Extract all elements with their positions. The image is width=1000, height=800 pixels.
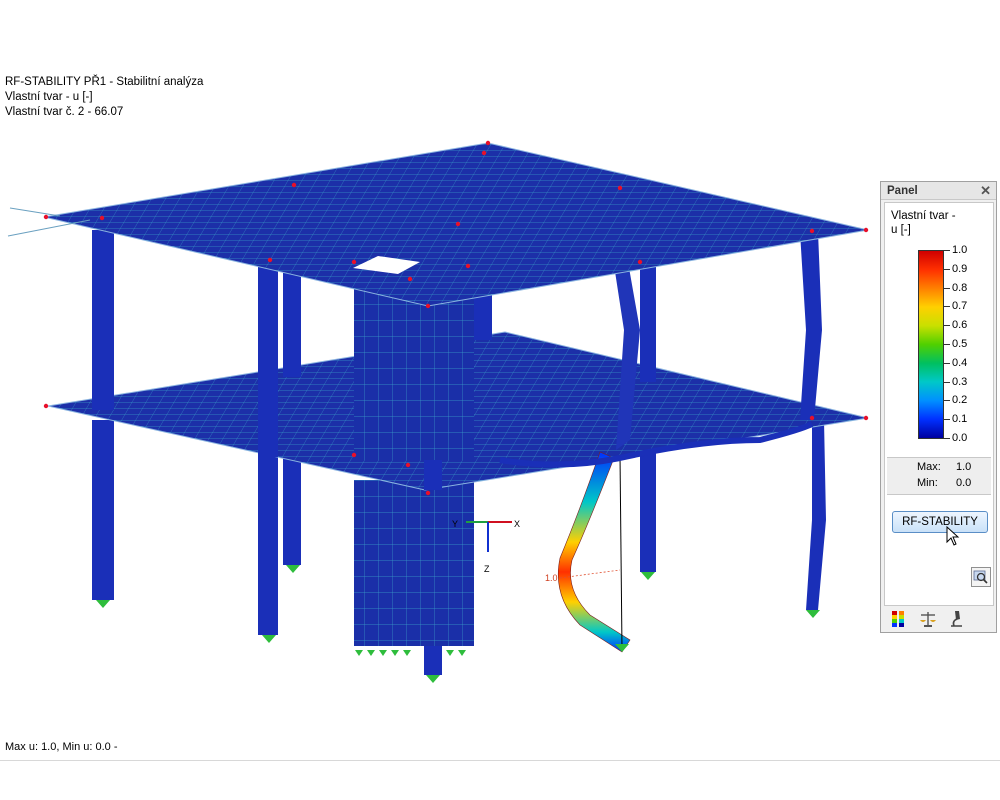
legend-tick-mark <box>944 419 950 421</box>
mouse-cursor-icon <box>946 526 960 546</box>
balance-icon[interactable] <box>918 609 938 629</box>
legend-tick-label: 1.0 <box>952 244 968 256</box>
legend-tick-mark <box>944 362 950 364</box>
legend-tick-mark <box>944 325 950 327</box>
legend-tick-label: 0.9 <box>952 262 968 275</box>
legend-tick-mark <box>944 400 950 402</box>
panel-body: Vlastní tvar - u [-] 1.0 0.9 0.8 0.7 0.6 0.5 0… <box>884 202 994 606</box>
panel-footer-toolbar <box>884 607 994 631</box>
rf-stability-button[interactable]: RF-STABILITY <box>892 511 988 533</box>
legend-tick-mark <box>944 381 950 383</box>
magnifier-icon[interactable] <box>971 567 991 587</box>
legend-tick-label: 0.7 <box>952 300 968 313</box>
max-value: 1.0 <box>956 461 972 473</box>
min-row: Min: 0.0 <box>887 477 991 493</box>
axis-y-label: Y <box>452 519 458 529</box>
panel-title: Panel <box>887 185 918 197</box>
lower-core-wall <box>354 480 474 646</box>
color-scale-icon[interactable] <box>888 609 908 629</box>
quantity-line-2: u [-] <box>891 224 911 236</box>
legend-tick-label: 0.5 <box>952 338 968 350</box>
model-viewport[interactable]: 1.0 X Y Z <box>0 0 880 740</box>
legend-tick-label: 0.0 <box>952 432 968 444</box>
legend-tick-label: 0.2 <box>952 394 968 407</box>
legend-tick-label: 0.1 <box>952 413 968 426</box>
axis-z-label: Z <box>484 564 490 574</box>
quantity-label: Vlastní tvar - u [-] <box>891 209 956 237</box>
status-footer: Max u: 1.0, Min u: 0.0 - <box>5 741 118 753</box>
axis-x-label: X <box>514 519 520 529</box>
buckled-member <box>557 451 631 653</box>
legend-tick-mark <box>944 438 950 439</box>
close-icon[interactable]: ✕ <box>980 183 991 199</box>
upper-core-wall <box>354 288 474 460</box>
max-row: Max: 1.0 <box>887 461 991 477</box>
legend-tick-mark <box>944 306 950 308</box>
min-value: 0.0 <box>956 477 972 489</box>
deformation-value-label: 1.0 <box>545 573 558 583</box>
legend-tick-mark <box>944 344 950 345</box>
footer-divider <box>0 760 1000 761</box>
control-panel[interactable]: Panel ✕ Vlastní tvar - u [-] 1.0 0.9 0.8 0.… <box>880 181 997 633</box>
microscope-icon[interactable] <box>946 609 966 629</box>
legend-tick-label: 0.3 <box>952 375 968 388</box>
legend-tick-mark <box>944 250 950 251</box>
quantity-line-1: Vlastní tvar - <box>891 210 956 222</box>
max-label: Max: <box>917 461 941 473</box>
legend-tick-label: 0.8 <box>952 281 968 294</box>
legend-tick-label: 0.4 <box>952 356 968 369</box>
legend-tick-mark <box>944 268 950 270</box>
min-label: Min: <box>917 477 938 489</box>
legend-tick-label: 0.6 <box>952 319 968 332</box>
legend-tick-mark <box>944 287 950 289</box>
max-min-box: Max: 1.0 Min: 0.0 <box>887 457 991 495</box>
color-legend-bar <box>918 250 944 439</box>
panel-header: Panel ✕ <box>881 182 996 200</box>
